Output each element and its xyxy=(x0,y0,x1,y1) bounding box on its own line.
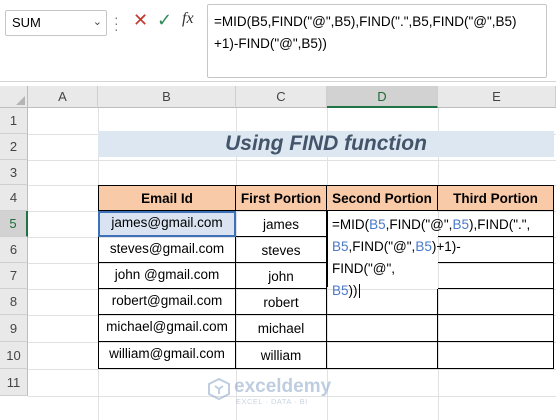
email-cell[interactable]: james@gmail.com xyxy=(98,211,236,237)
column-header-a[interactable]: A xyxy=(28,86,98,108)
gridline xyxy=(28,369,556,370)
name-box[interactable]: SUM ⌄ xyxy=(5,10,107,36)
row-header-5[interactable]: 5 xyxy=(0,211,28,237)
email-cell[interactable]: john @gmail.com xyxy=(98,263,236,289)
header-first-portion[interactable]: First Portion xyxy=(236,185,327,211)
column-header-c[interactable]: C xyxy=(236,86,327,108)
row-header-4[interactable]: 4 xyxy=(0,185,28,211)
checkmark-icon[interactable]: ✓ xyxy=(157,10,172,31)
row-header-11[interactable]: 11 xyxy=(0,369,28,396)
header-second-portion[interactable]: Second Portion xyxy=(327,185,438,211)
watermark-tagline: EXCEL · DATA · BI xyxy=(236,397,308,406)
first-portion-cell[interactable]: john xyxy=(236,263,327,289)
vertical-dots-icon[interactable]: · · · xyxy=(114,10,120,36)
row-header-3[interactable]: 3 xyxy=(0,160,28,185)
column-header-d[interactable]: D xyxy=(327,86,438,108)
email-cell[interactable]: steves@gmail.com xyxy=(98,237,236,263)
row-header-10[interactable]: 10 xyxy=(0,342,28,369)
row-header-6[interactable]: 6 xyxy=(0,237,28,263)
first-portion-cell[interactable]: william xyxy=(236,342,327,369)
email-cell[interactable]: william@gmail.com xyxy=(98,342,236,369)
row-header-7[interactable]: 7 xyxy=(0,263,28,289)
watermark-name: exceldemy xyxy=(234,376,332,397)
first-portion-cell[interactable]: james xyxy=(236,211,327,237)
edit-line-2: B5,FIND("@",B5)+1)-FIND("@", xyxy=(332,239,461,276)
formula-line-2: +1)-FIND("@",B5)) xyxy=(214,36,327,51)
second-portion-cell[interactable] xyxy=(327,342,438,369)
third-portion-cell[interactable] xyxy=(438,342,554,369)
text-caret xyxy=(358,284,360,299)
header-email-id[interactable]: Email Id xyxy=(98,185,236,211)
edit-line-1: =MID(B5,FIND("@",B5),FIND(".", xyxy=(332,217,531,232)
row-header-9[interactable]: 9 xyxy=(0,315,28,342)
edit-line-3: B5)) xyxy=(332,283,360,299)
formula-line-1: =MID(B5,FIND("@",B5),FIND(".",B5,FIND("@… xyxy=(214,14,517,29)
select-all-corner[interactable] xyxy=(0,86,28,108)
formula-bar-area: SUM ⌄ · · · ✕ ✓ fx =MID(B5,FIND("@",B5),FI… xyxy=(0,0,556,82)
third-portion-cell[interactable] xyxy=(438,263,554,289)
header-third-portion[interactable]: Third Portion xyxy=(438,185,554,211)
column-header-e[interactable]: E xyxy=(438,86,556,108)
cancel-x-icon[interactable]: ✕ xyxy=(133,10,148,31)
gridline xyxy=(28,160,556,161)
first-portion-cell[interactable]: robert xyxy=(236,289,327,315)
row-header-1[interactable]: 1 xyxy=(0,108,28,134)
exceldemy-watermark: exceldemy EXCEL · DATA · BI xyxy=(208,376,358,408)
email-cell[interactable]: michael@gmail.com xyxy=(98,315,236,342)
name-box-value: SUM xyxy=(12,15,41,30)
third-portion-cell[interactable] xyxy=(438,289,554,315)
row-header-8[interactable]: 8 xyxy=(0,289,28,315)
sheet-title[interactable]: Using FIND function xyxy=(98,131,554,157)
third-portion-cell[interactable] xyxy=(438,315,554,342)
second-portion-cell[interactable] xyxy=(327,315,438,342)
column-header-b[interactable]: B xyxy=(98,86,236,108)
first-portion-cell[interactable]: steves xyxy=(236,237,327,263)
first-portion-cell[interactable]: michael xyxy=(236,315,327,342)
formula-input[interactable]: =MID(B5,FIND("@",B5),FIND(".",B5,FIND("@… xyxy=(207,4,547,78)
email-cell[interactable]: robert@gmail.com xyxy=(98,289,236,315)
cell-edit-formula[interactable]: =MID(B5,FIND("@",B5),FIND(".", B5,FIND("… xyxy=(327,211,531,299)
chevron-down-icon[interactable]: ⌄ xyxy=(93,15,102,28)
row-header-2[interactable]: 2 xyxy=(0,134,28,160)
insert-function-icon[interactable]: fx xyxy=(182,10,194,28)
exceldemy-logo-icon xyxy=(208,378,230,400)
